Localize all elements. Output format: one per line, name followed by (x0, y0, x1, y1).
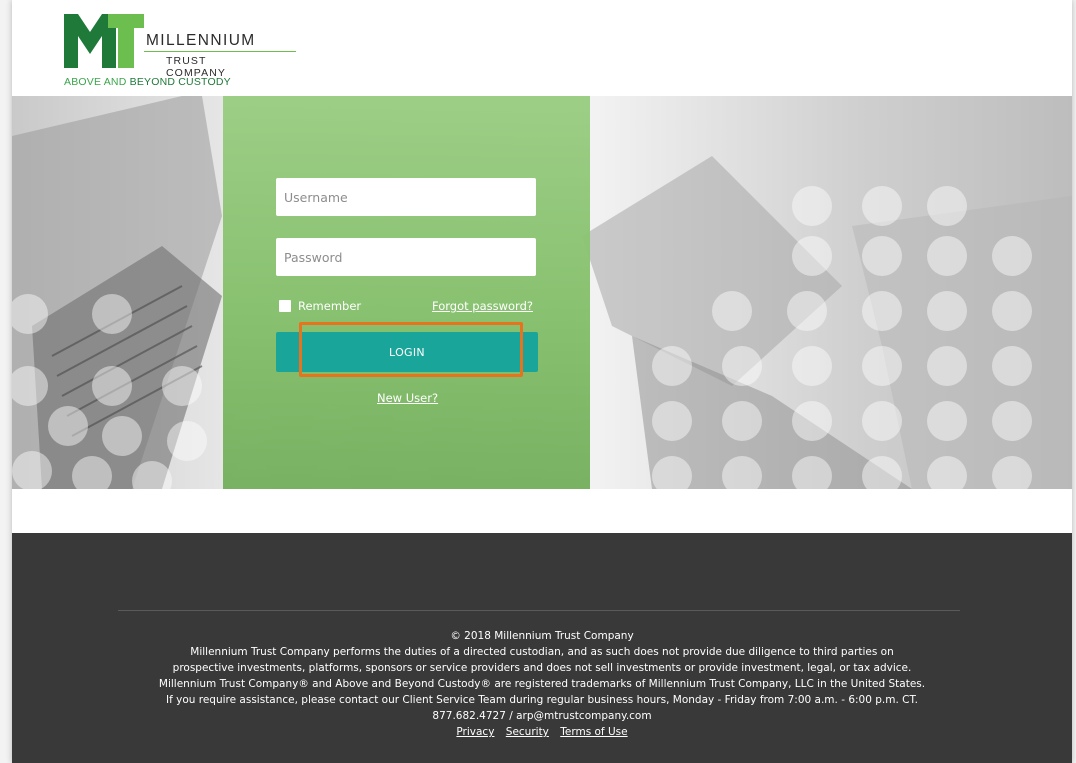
password-input[interactable] (276, 238, 536, 276)
footer-contact-line: 877.682.4727 / arp@mtrustcompany.com (432, 710, 652, 722)
login-panel (223, 96, 590, 489)
logo-tagline: ABOVE AND BEYOND CUSTODY (64, 76, 231, 88)
remember-me[interactable]: Remember (279, 299, 361, 313)
page: MILLENNIUM TRUST COMPANY ABOVE AND BEYON… (0, 0, 1076, 763)
footer-text: © 2018 Millennium Trust Company Millenni… (12, 628, 1072, 740)
company-logo[interactable]: MILLENNIUM TRUST COMPANY ABOVE AND BEYON… (64, 14, 296, 90)
hero-banner: Remember Forgot password? LOGIN New User… (12, 96, 1072, 489)
logo-divider (144, 51, 296, 52)
tagline-part-2: BEYOND CUSTODY (129, 76, 231, 88)
forgot-password-link[interactable]: Forgot password? (432, 299, 533, 313)
footer-divider (118, 610, 960, 611)
footer-trademark-line: Millennium Trust Company® and Above and … (158, 678, 926, 690)
remember-checkbox[interactable] (279, 300, 291, 312)
remember-label: Remember (298, 299, 362, 313)
security-link[interactable]: Security (506, 726, 549, 738)
mt-logo-mark-icon (64, 14, 144, 68)
login-button[interactable]: LOGIN (276, 332, 538, 372)
footer-disclaimer-line-1: Millennium Trust Company performs the du… (190, 646, 894, 658)
footer-links: Privacy Security Terms of Use (12, 724, 1072, 740)
tagline-part-1: ABOVE AND (64, 76, 130, 88)
logo-name: MILLENNIUM (146, 32, 256, 49)
footer: © 2018 Millennium Trust Company Millenni… (12, 533, 1072, 763)
footer-disclaimer-line-2: prospective investments, platforms, spon… (172, 662, 912, 674)
privacy-link[interactable]: Privacy (456, 726, 494, 738)
username-input[interactable] (276, 178, 536, 216)
footer-copyright: © 2018 Millennium Trust Company (450, 630, 634, 642)
new-user-link[interactable]: New User? (377, 391, 438, 405)
browser-frame: MILLENNIUM TRUST COMPANY ABOVE AND BEYON… (12, 0, 1072, 763)
footer-assistance-line: If you require assistance, please contac… (166, 694, 918, 706)
terms-of-use-link[interactable]: Terms of Use (560, 726, 627, 738)
